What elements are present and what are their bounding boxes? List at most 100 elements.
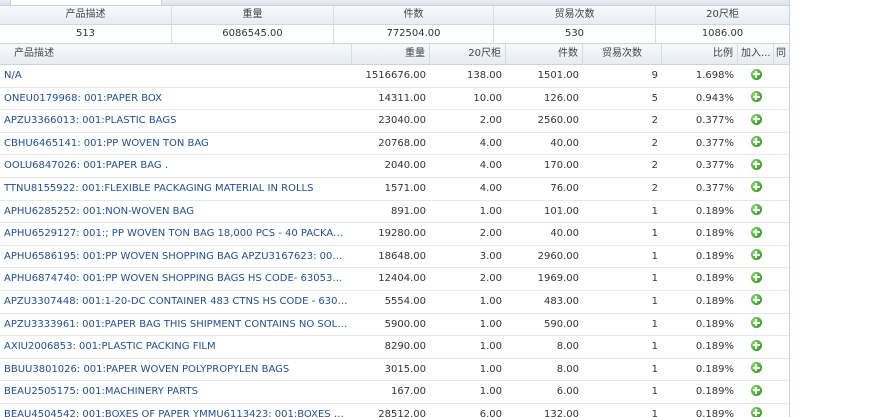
grid-body: N/A 1516676.00 138.00 1501.00 9 1.698% ONEU017…	[0, 65, 789, 417]
summary-header-desc: 产品描述	[0, 6, 172, 24]
plus-circle-icon[interactable]	[750, 158, 762, 170]
summary-value-count: 772504.00	[334, 25, 494, 43]
trades-cell: 1	[651, 408, 658, 417]
weight-cell: 2040.00	[384, 160, 426, 172]
column-header-trades[interactable]: 贸易次数	[583, 44, 662, 64]
product-description[interactable]: APZU3366013: 001:PLASTIC BAGS	[0, 110, 352, 132]
product-description[interactable]: ONEU0179968: 001:PAPER BOX	[0, 88, 352, 110]
table-row[interactable]: APZU3333961: 001:PAPER BAG THIS SHIPMENT…	[0, 314, 789, 337]
active-tab[interactable]	[10, 0, 162, 5]
product-description[interactable]: TTNU8155922: 001:FLEXIBLE PACKAGING MATE…	[0, 178, 352, 200]
column-header-add[interactable]: 加入...	[738, 44, 774, 64]
plus-circle-icon[interactable]	[750, 249, 762, 261]
weight-cell: 5554.00	[384, 295, 426, 307]
table-row[interactable]: APHU6586195: 001:PP WOVEN SHOPPING BAG A…	[0, 246, 789, 269]
table-row[interactable]: N/A 1516676.00 138.00 1501.00 9 1.698%	[0, 65, 789, 88]
count-cell: 132.00	[544, 408, 579, 417]
plus-circle-icon[interactable]	[750, 317, 762, 329]
plus-circle-icon[interactable]	[750, 204, 762, 216]
percentage-cell: 0.189%	[695, 205, 734, 217]
plus-circle-icon[interactable]	[750, 136, 762, 148]
weight-cell: 1571.00	[384, 182, 426, 194]
product-description[interactable]: BEAU2505175: 001:MACHINERY PARTS	[0, 381, 352, 403]
count-cell: 76.00	[550, 182, 579, 194]
product-description[interactable]: APZU3307448: 001:1-20-DC CONTAINER 483 C…	[0, 291, 352, 313]
plus-circle-icon[interactable]	[750, 384, 762, 396]
extra-cell	[774, 381, 789, 403]
plus-circle-icon[interactable]	[750, 271, 762, 283]
count-cell: 483.00	[544, 295, 579, 307]
column-header-weight[interactable]: 重量	[352, 44, 430, 64]
extra-cell	[774, 65, 789, 87]
column-header-extra[interactable]: 同	[774, 44, 789, 64]
weight-cell: 18648.00	[378, 250, 426, 262]
weight-cell: 1516676.00	[365, 70, 426, 81]
product-description[interactable]: BBUU3801026: 001:PAPER WOVEN POLYPROPYLE…	[0, 359, 352, 381]
plus-circle-icon[interactable]	[750, 91, 762, 103]
plus-circle-icon[interactable]	[750, 362, 762, 374]
percentage-cell: 1.698%	[695, 70, 734, 81]
table-row[interactable]: BBUU3801026: 001:PAPER WOVEN POLYPROPYLE…	[0, 359, 789, 382]
add-cell	[738, 178, 774, 200]
column-header-percentage[interactable]: 比例	[662, 44, 738, 64]
extra-cell	[774, 223, 789, 245]
count-cell: 2960.00	[537, 250, 579, 262]
weight-cell: 5900.00	[384, 318, 426, 330]
plus-circle-icon[interactable]	[750, 294, 762, 306]
container20-cell: 1.00	[479, 205, 502, 217]
product-description[interactable]: OOLU6847026: 001:PAPER BAG .	[0, 155, 352, 177]
table-row[interactable]: APHU6529127: 001:; PP WOVEN TON BAG 18,0…	[0, 223, 789, 246]
trades-cell: 1	[651, 273, 658, 285]
product-description[interactable]: AXIU2006853: 001:PLASTIC PACKING FILM	[0, 336, 352, 358]
trades-cell: 2	[651, 115, 658, 127]
table-row[interactable]: APHU6874740: 001:PP WOVEN SHOPPING BAGS …	[0, 268, 789, 291]
table-row[interactable]: CBHU6465141: 001:PP WOVEN TON BAG 20768.0…	[0, 133, 789, 156]
table-row[interactable]: BEAU2505175: 001:MACHINERY PARTS 167.00 1.…	[0, 381, 789, 404]
trades-cell: 2	[651, 137, 658, 149]
table-row[interactable]: ONEU0179968: 001:PAPER BOX 14311.00 10.00 1…	[0, 88, 789, 111]
column-header-container20[interactable]: 20尺柜	[430, 44, 506, 64]
plus-circle-icon[interactable]	[750, 113, 762, 125]
container20-cell: 138.00	[467, 70, 502, 81]
plus-circle-icon[interactable]	[750, 68, 762, 80]
product-description[interactable]: APZU3333961: 001:PAPER BAG THIS SHIPMENT…	[0, 314, 352, 336]
plus-circle-icon[interactable]	[750, 226, 762, 238]
table-row[interactable]: APZU3366013: 001:PLASTIC BAGS 23040.00 2.0…	[0, 110, 789, 133]
trades-cell: 1	[651, 228, 658, 240]
table-row[interactable]: APZU3307448: 001:1-20-DC CONTAINER 483 C…	[0, 291, 789, 314]
percentage-cell: 0.189%	[695, 341, 734, 353]
product-description[interactable]: APHU6874740: 001:PP WOVEN SHOPPING BAGS …	[0, 268, 352, 290]
plus-circle-icon[interactable]	[750, 339, 762, 351]
percentage-cell: 0.377%	[695, 137, 734, 149]
product-description[interactable]: APHU6586195: 001:PP WOVEN SHOPPING BAG A…	[0, 246, 352, 268]
extra-cell	[774, 201, 789, 223]
weight-cell: 14311.00	[378, 92, 426, 104]
product-description[interactable]: BEAU4504542: 001:BOXES OF PAPER YMMU6113…	[0, 404, 352, 417]
table-row[interactable]: OOLU6847026: 001:PAPER BAG . 2040.00 4.00 1…	[0, 155, 789, 178]
percentage-cell: 0.377%	[695, 115, 734, 127]
trades-cell: 1	[651, 250, 658, 262]
count-cell: 590.00	[544, 318, 579, 330]
table-row[interactable]: AXIU2006853: 001:PLASTIC PACKING FILM 829…	[0, 336, 789, 359]
table-row[interactable]: TTNU8155922: 001:FLEXIBLE PACKAGING MATE…	[0, 178, 789, 201]
column-header-count[interactable]: 件数	[506, 44, 583, 64]
add-cell	[738, 88, 774, 110]
extra-cell	[774, 336, 789, 358]
percentage-cell: 0.377%	[695, 182, 734, 194]
column-header-desc[interactable]: 产品描述	[0, 44, 352, 64]
plus-circle-icon[interactable]	[750, 407, 762, 417]
weight-cell: 28512.00	[378, 408, 426, 417]
percentage-cell: 0.189%	[695, 228, 734, 240]
table-row[interactable]: APHU6285252: 001:NON-WOVEN BAG 891.00 1.00…	[0, 201, 789, 224]
table-row[interactable]: BEAU4504542: 001:BOXES OF PAPER YMMU6113…	[0, 404, 789, 417]
product-description[interactable]: APHU6529127: 001:; PP WOVEN TON BAG 18,0…	[0, 223, 352, 245]
weight-cell: 8290.00	[384, 341, 426, 353]
add-cell	[738, 404, 774, 417]
weight-cell: 167.00	[391, 386, 426, 398]
plus-circle-icon[interactable]	[750, 181, 762, 193]
count-cell: 170.00	[544, 160, 579, 172]
summary-header-count: 件数	[334, 6, 494, 24]
product-description[interactable]: APHU6285252: 001:NON-WOVEN BAG	[0, 201, 352, 223]
add-cell	[738, 246, 774, 268]
product-description[interactable]: CBHU6465141: 001:PP WOVEN TON BAG	[0, 133, 352, 155]
